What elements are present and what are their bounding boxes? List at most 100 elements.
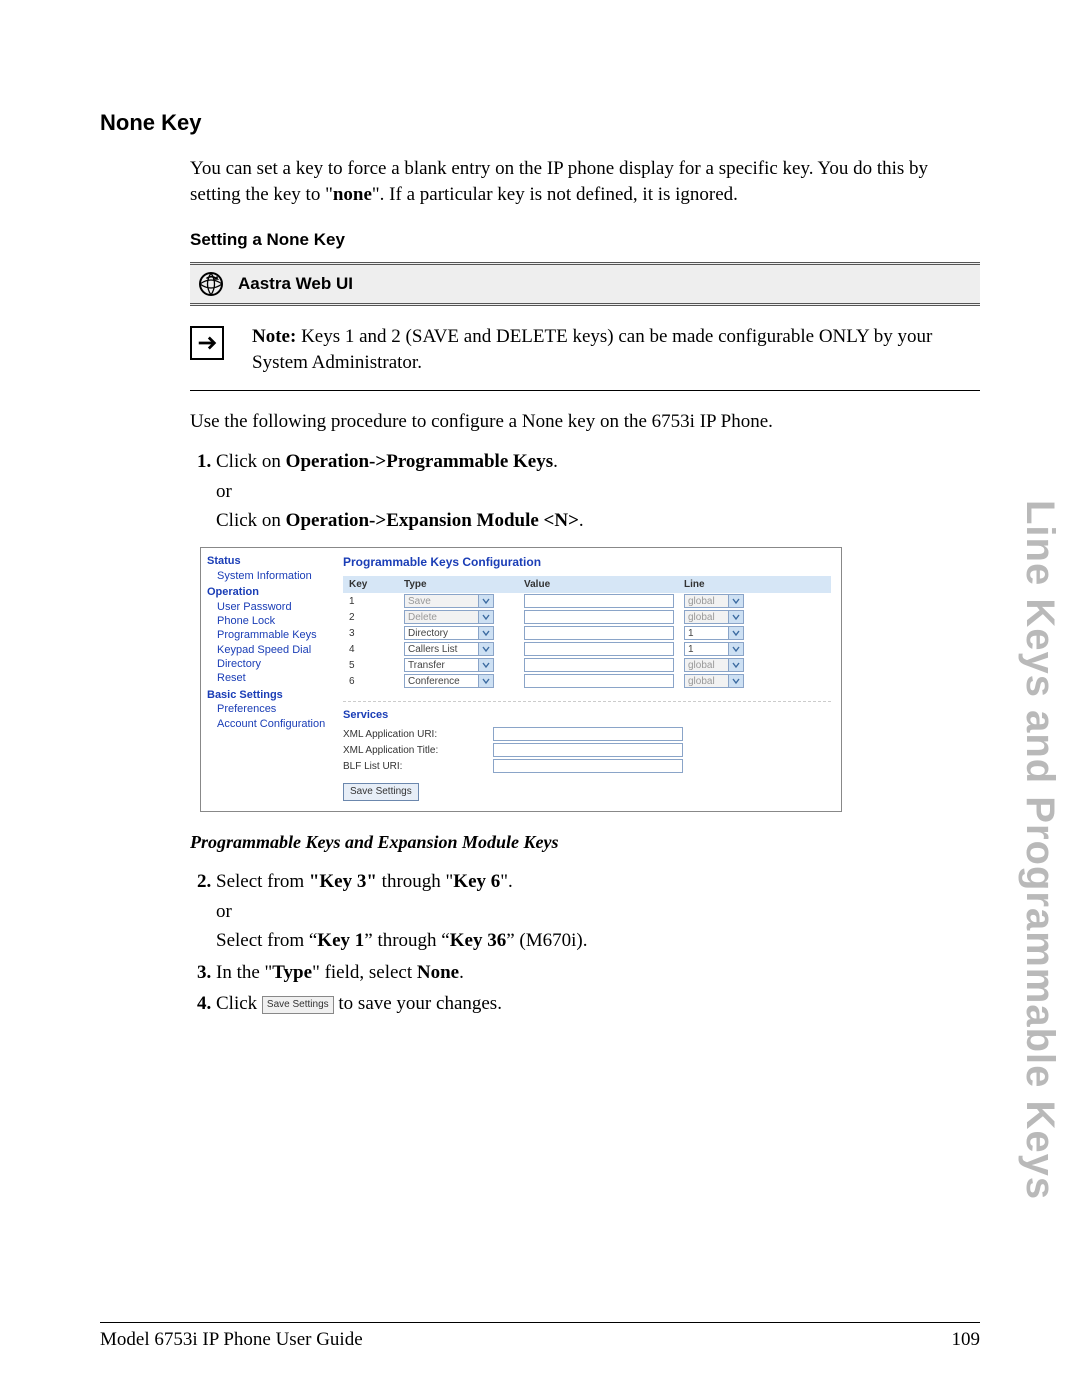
sidebar-group-status: Status [207, 554, 337, 569]
line-select: global [684, 658, 744, 672]
note-bold: Note: [252, 326, 296, 347]
sidebar-item-speeddial[interactable]: Keypad Speed Dial [217, 643, 337, 657]
intro-none-bold: none [333, 184, 372, 205]
col-header-line: Line [684, 578, 774, 592]
value-input[interactable] [524, 594, 674, 608]
service-label: XML Application URI: [343, 728, 493, 742]
type-select: Delete [404, 610, 494, 624]
line-select[interactable]: 1 [684, 626, 744, 640]
step4-post: to save your changes. [334, 993, 502, 1014]
service-label: XML Application Title: [343, 744, 493, 758]
footer-rule [100, 1322, 980, 1323]
section-heading: None Key [100, 110, 980, 136]
config-header-row: Key Type Value Line [343, 576, 831, 594]
web-ui-bar: Aastra Web UI [190, 262, 980, 306]
value-input[interactable] [524, 658, 674, 672]
line-select: global [684, 594, 744, 608]
step1-pre2: Click on [216, 510, 286, 531]
step2-b2: Key 6 [453, 871, 500, 892]
col-header-value: Value [524, 578, 684, 592]
step2-l2-post: ” (M670i). [506, 930, 587, 951]
line-select[interactable]: 1 [684, 642, 744, 656]
table-row: 2Delete global [343, 609, 831, 625]
service-input[interactable] [493, 743, 683, 757]
step1-pre: Click on [216, 451, 286, 472]
sidebar-group-basic: Basic Settings [207, 688, 337, 703]
sidebar-item-progkeys[interactable]: Programmable Keys [217, 628, 337, 642]
step2-post: ". [500, 871, 513, 892]
arrow-right-icon [190, 326, 224, 360]
step1-path2: Operation->Expansion Module <N> [286, 510, 579, 531]
step-1: Click on Operation->Programmable Keys. o… [216, 448, 980, 535]
step1-post2: . [579, 510, 584, 531]
step-4: Click Save Settings to save your changes… [216, 990, 980, 1018]
config-screenshot: Status System Information Operation User… [200, 547, 842, 812]
value-input[interactable] [524, 626, 674, 640]
step2-l2-b1: Key 1 [317, 930, 364, 951]
step2-b1: "Key 3" [309, 871, 377, 892]
table-row: 6Conference global [343, 673, 831, 689]
col-header-type: Type [404, 578, 524, 592]
globe-icon [198, 271, 224, 297]
config-title: Programmable Keys Configuration [343, 554, 831, 570]
save-settings-button[interactable]: Save Settings [343, 783, 419, 801]
cell-key: 6 [343, 675, 404, 689]
step3-pre: In the " [216, 962, 272, 983]
inline-save-settings-button[interactable]: Save Settings [262, 996, 334, 1015]
table-row: 1Save global [343, 593, 831, 609]
step2-or: or [216, 898, 980, 926]
intro-post: ". If a particular key is not defined, i… [372, 184, 738, 205]
cell-key: 4 [343, 643, 404, 657]
col-header-key: Key [343, 578, 404, 592]
value-input[interactable] [524, 610, 674, 624]
step2-l2-pre: Select from “ [216, 930, 317, 951]
service-row: XML Application Title: [343, 743, 831, 757]
service-input[interactable] [493, 727, 683, 741]
step4-pre: Click [216, 993, 262, 1014]
service-row: XML Application URI: [343, 727, 831, 741]
figure-caption: Programmable Keys and Expansion Module K… [190, 830, 980, 854]
step3-b2: None [417, 962, 459, 983]
type-select[interactable]: Directory [404, 626, 494, 640]
type-select[interactable]: Conference [404, 674, 494, 688]
step1-post: . [553, 451, 558, 472]
step2-pre: Select from [216, 871, 309, 892]
sidebar-group-operation: Operation [207, 585, 337, 600]
sidebar-item-directory[interactable]: Directory [217, 657, 337, 671]
services-title: Services [343, 701, 831, 723]
note-row: Note: Keys 1 and 2 (SAVE and DELETE keys… [190, 320, 980, 390]
step1-or: or [216, 478, 980, 506]
table-row: 3Directory 1 [343, 625, 831, 641]
cell-key: 2 [343, 611, 404, 625]
step2-l2-mid: ” through “ [364, 930, 449, 951]
sidebar-item-sysinfo[interactable]: System Information [217, 569, 337, 583]
note-text: Note: Keys 1 and 2 (SAVE and DELETE keys… [252, 324, 980, 375]
footer-title: Model 6753i IP Phone User Guide [100, 1329, 363, 1351]
value-input[interactable] [524, 642, 674, 656]
type-select[interactable]: Callers List [404, 642, 494, 656]
line-select: global [684, 674, 744, 688]
step-2: Select from "Key 3" through "Key 6". or … [216, 868, 980, 955]
footer-page-number: 109 [952, 1329, 981, 1351]
config-sidebar: Status System Information Operation User… [201, 548, 339, 811]
side-chapter-title: Line Keys and Programmable Keys [1017, 500, 1062, 1200]
service-label: BLF List URI: [343, 760, 493, 774]
step3-b1: Type [272, 962, 312, 983]
intro-paragraph: You can set a key to force a blank entry… [190, 156, 980, 207]
service-input[interactable] [493, 759, 683, 773]
sidebar-item-userpw[interactable]: User Password [217, 600, 337, 614]
type-select: Save [404, 594, 494, 608]
cell-key: 1 [343, 595, 404, 609]
value-input[interactable] [524, 674, 674, 688]
table-row: 5Transfer global [343, 657, 831, 673]
step2-mid: through " [377, 871, 453, 892]
sidebar-item-phonelock[interactable]: Phone Lock [217, 614, 337, 628]
sidebar-item-account[interactable]: Account Configuration [217, 717, 337, 731]
line-select: global [684, 610, 744, 624]
type-select[interactable]: Transfer [404, 658, 494, 672]
cell-key: 3 [343, 627, 404, 641]
table-row: 4Callers List 1 [343, 641, 831, 657]
sidebar-item-reset[interactable]: Reset [217, 671, 337, 685]
sidebar-item-prefs[interactable]: Preferences [217, 702, 337, 716]
cell-key: 5 [343, 659, 404, 673]
